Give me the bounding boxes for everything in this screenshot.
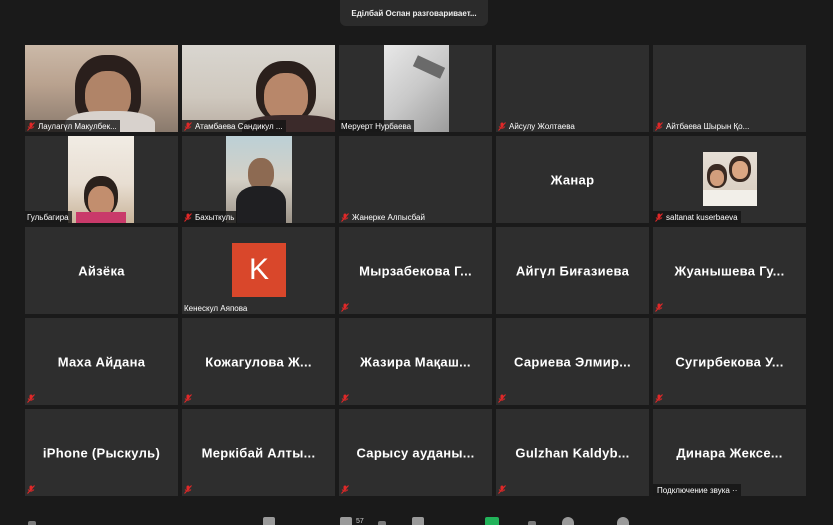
muted-mic-icon	[27, 394, 36, 403]
chevron-up-icon[interactable]	[528, 521, 536, 525]
participant-tile[interactable]: Жанерке Алпысбай	[339, 136, 492, 223]
share-screen-icon[interactable]	[263, 517, 275, 525]
participant-name: Жазира Мақаш...	[360, 354, 471, 369]
chevron-up-icon[interactable]	[28, 521, 36, 525]
participant-name-label: Кенескул Аяпова	[184, 303, 248, 313]
participant-tile[interactable]: Динара Жексе... Подключение звука ··	[653, 409, 806, 496]
muted-mic-icon	[27, 121, 35, 131]
participant-video	[703, 152, 757, 206]
participant-tile[interactable]: Gulzhan Kaldyb...	[496, 409, 649, 496]
participant-name: Динара Жексе...	[676, 445, 783, 460]
avatar: K	[232, 243, 286, 297]
gallery-grid: Лаулагүл Макулбек... Атамбаева Сандикул …	[25, 45, 806, 496]
muted-mic-icon	[655, 121, 663, 131]
active-speaker-banner: Еділбай Оспан разговаривает...	[340, 0, 488, 26]
audio-connecting-status: Подключение звука ··	[653, 484, 742, 496]
muted-mic-icon	[655, 212, 663, 222]
participant-video	[68, 136, 134, 223]
muted-mic-icon	[341, 394, 350, 403]
participant-tile[interactable]: Айтбаева Шырын Қо...	[653, 45, 806, 132]
participant-video	[384, 45, 449, 132]
participant-tile[interactable]: Сарысу ауданы...	[339, 409, 492, 496]
muted-mic-icon	[498, 394, 507, 403]
participant-tile[interactable]: Сариева Элмир...	[496, 318, 649, 405]
participants-count: 57	[356, 518, 364, 525]
participant-tile[interactable]: Жуанышева Гу...	[653, 227, 806, 314]
participant-video	[25, 45, 178, 132]
participant-name: Маха Айдана	[57, 354, 146, 369]
participant-name: Айзёка	[78, 263, 125, 278]
muted-mic-icon	[27, 485, 36, 494]
participant-name: iPhone (Рыскуль)	[42, 445, 161, 460]
participant-video	[182, 45, 335, 132]
meeting-toolbar: 57	[0, 515, 833, 525]
muted-mic-icon	[184, 121, 192, 131]
chevron-up-icon[interactable]	[378, 521, 386, 525]
participant-name: Жанар	[550, 172, 595, 187]
participant-tile[interactable]: Маха Айдана	[25, 318, 178, 405]
participant-name: Сариева Элмир...	[514, 354, 631, 369]
participant-tile[interactable]: Жазира Мақаш...	[339, 318, 492, 405]
participant-tile[interactable]: Лаулагүл Макулбек...	[25, 45, 178, 132]
participant-tile[interactable]: Айзёка	[25, 227, 178, 314]
participant-name: Сарысу ауданы...	[356, 445, 475, 460]
muted-mic-icon	[655, 394, 664, 403]
participant-tile[interactable]: Атамбаева Сандикул ...	[182, 45, 335, 132]
participant-tile[interactable]: Меруерт Нурбаева	[339, 45, 492, 132]
participant-tile[interactable]: K Кенескул Аяпова	[182, 227, 335, 314]
muted-mic-icon	[184, 394, 193, 403]
participant-tile[interactable]: Кожагулова Ж...	[182, 318, 335, 405]
participant-name: Айгүл Биғазиева	[515, 263, 630, 278]
participant-name: Сугирбекова У...	[675, 354, 784, 369]
participant-name-label: Бахыткуль	[182, 211, 238, 223]
muted-mic-icon	[184, 212, 192, 222]
muted-mic-icon	[184, 485, 193, 494]
participant-name: Gulzhan Kaldyb...	[515, 445, 630, 460]
participant-tile[interactable]: Сугирбекова У...	[653, 318, 806, 405]
muted-mic-icon	[341, 485, 350, 494]
participants-icon[interactable]	[340, 517, 352, 525]
participant-name: Жуанышева Гу...	[674, 263, 785, 278]
muted-mic-icon	[341, 303, 350, 312]
record-icon[interactable]	[562, 517, 574, 525]
participant-tile[interactable]: saltanat kuserbaeva	[653, 136, 806, 223]
participant-tile[interactable]: Айгүл Биғазиева	[496, 227, 649, 314]
participant-video	[226, 136, 292, 223]
muted-mic-icon	[655, 303, 664, 312]
participant-name-label: Жанерке Алпысбай	[339, 211, 428, 223]
participant-name-label: Гульбагира	[25, 211, 72, 223]
reactions-icon[interactable]	[617, 517, 629, 525]
participant-name-label: saltanat kuserbaeva	[653, 211, 741, 223]
muted-mic-icon	[498, 485, 507, 494]
share-icon[interactable]	[485, 517, 499, 525]
participant-name-label: Айсулу Жолтаева	[496, 120, 578, 132]
participant-tile[interactable]: Жанар	[496, 136, 649, 223]
participant-tile[interactable]: Бахыткуль	[182, 136, 335, 223]
participant-tile[interactable]: Меркібай Алты...	[182, 409, 335, 496]
participant-tile[interactable]: iPhone (Рыскуль)	[25, 409, 178, 496]
participant-tile[interactable]: Мырзабекова Г...	[339, 227, 492, 314]
participant-name: Мырзабекова Г...	[359, 263, 472, 278]
participant-name: Меркібай Алты...	[201, 445, 316, 460]
participant-name-label: Айтбаева Шырын Қо...	[653, 120, 752, 132]
muted-mic-icon	[341, 212, 349, 222]
muted-mic-icon	[498, 121, 506, 131]
participant-name-label: Атамбаева Сандикул ...	[182, 120, 286, 132]
participant-name-label: Меруерт Нурбаева	[339, 120, 415, 132]
chat-icon[interactable]	[412, 517, 424, 525]
participant-tile[interactable]: Гульбагира	[25, 136, 178, 223]
participant-name: Кожагулова Ж...	[205, 354, 312, 369]
participant-tile[interactable]: Айсулу Жолтаева	[496, 45, 649, 132]
participant-name-label: Лаулагүл Макулбек...	[25, 120, 120, 132]
